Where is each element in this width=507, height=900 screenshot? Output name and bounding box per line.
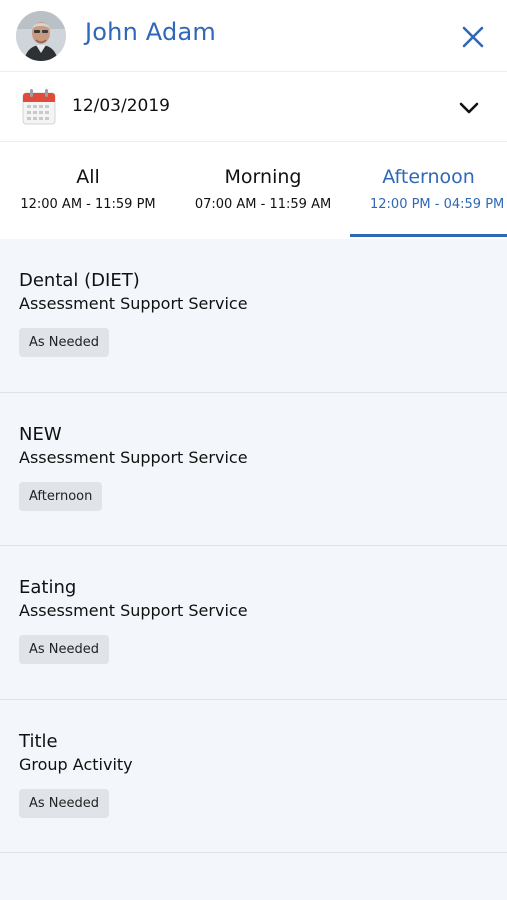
item-title: Dental (DIET): [19, 270, 140, 291]
list-item[interactable]: Title Group Activity As Needed: [0, 699, 507, 853]
frequency-badge: As Needed: [19, 635, 110, 664]
tab-time-range: 12:00 AM - 11:59 PM: [20, 197, 156, 212]
tab-morning[interactable]: Morning 07:00 AM - 11:59 AM: [176, 142, 350, 239]
activity-list: Dental (DIET) Assessment Support Service…: [0, 239, 507, 853]
item-subtitle: Group Activity: [19, 754, 133, 774]
frequency-badge: Afternoon: [19, 481, 103, 511]
tab-all[interactable]: All 12:00 AM - 11:59 PM: [0, 142, 176, 239]
date-selector[interactable]: 12/03/2019: [0, 72, 507, 142]
tab-label: Afternoon: [382, 166, 475, 188]
chevron-down-icon[interactable]: [457, 98, 481, 118]
tab-time-range: 12:00 PM - 04:59 PM: [370, 197, 505, 212]
active-tab-indicator: [350, 234, 507, 237]
list-item[interactable]: NEW Assessment Support Service Afternoon: [0, 392, 507, 546]
item-subtitle: Assessment Support Service: [19, 447, 248, 467]
tab-afternoon[interactable]: Afternoon 12:00 PM - 04:59 PM: [350, 142, 507, 239]
user-avatar[interactable]: [16, 11, 66, 61]
avatar-photo-icon: [16, 11, 66, 61]
list-item[interactable]: Eating Assessment Support Service As Nee…: [0, 546, 507, 700]
list-item[interactable]: Dental (DIET) Assessment Support Service…: [0, 239, 507, 393]
tab-time-range: 07:00 AM - 11:59 AM: [194, 197, 332, 212]
item-subtitle: Assessment Support Service: [19, 601, 248, 620]
item-title: Title: [19, 730, 58, 752]
item-subtitle: Assessment Support Service: [19, 294, 248, 313]
item-title: NEW: [19, 423, 62, 445]
calendar-icon: [22, 89, 56, 125]
frequency-badge: As Needed: [19, 328, 110, 357]
close-button[interactable]: [456, 20, 490, 54]
selected-date: 12/03/2019: [72, 96, 170, 116]
user-name: John Adam: [85, 18, 216, 46]
header: John Adam: [0, 0, 507, 72]
frequency-badge: As Needed: [19, 788, 110, 818]
tab-label: Morning: [224, 166, 302, 188]
close-icon: [462, 26, 484, 48]
time-filter-tabs: All 12:00 AM - 11:59 PM Morning 07:00 AM…: [0, 142, 507, 239]
tab-label: All: [76, 166, 100, 188]
item-title: Eating: [19, 577, 77, 598]
